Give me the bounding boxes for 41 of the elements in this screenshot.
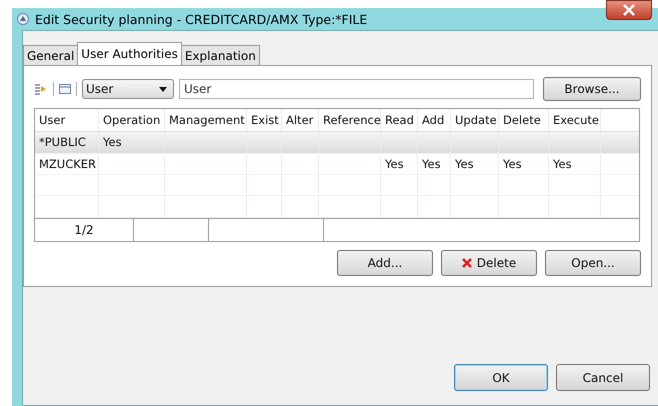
table-cell: Yes: [553, 156, 572, 171]
column-header[interactable]: Operation: [99, 109, 165, 132]
browse-button[interactable]: Browse...: [543, 77, 641, 101]
user-input-field[interactable]: User: [179, 79, 534, 99]
dialog-button[interactable]: OK: [454, 364, 548, 391]
user-type-dropdown[interactable]: User: [82, 79, 174, 99]
action-button[interactable]: Delete: [441, 250, 537, 276]
delete-icon: [462, 258, 472, 268]
table-row[interactable]: *PUBLIC Yes: [35, 132, 639, 154]
table-row[interactable]: MZUCKER Yes Yes Yes Yes Yes: [35, 154, 639, 175]
tab[interactable]: General: [23, 45, 78, 65]
column-header[interactable]: Delete: [499, 109, 549, 132]
table-icon[interactable]: [59, 84, 71, 94]
page-count: 1/2: [74, 222, 94, 237]
column-header[interactable]: Add: [418, 109, 451, 132]
column-header[interactable]: Update: [451, 109, 499, 132]
dialog-button[interactable]: Cancel: [556, 364, 650, 391]
action-button[interactable]: Add...: [337, 250, 433, 276]
column-header[interactable]: Reference: [319, 109, 381, 132]
window-title: Edit Security planning - CREDITCARD/AMX Type:*FILE: [35, 12, 368, 26]
column-header[interactable]: Exist: [247, 109, 282, 132]
app-icon: [16, 13, 30, 25]
column-header[interactable]: Read: [381, 109, 418, 132]
tab[interactable]: Explanation: [180, 45, 260, 65]
column-header[interactable]: Execute: [549, 109, 601, 132]
column-header[interactable]: Alter: [282, 109, 319, 132]
table-cell: Yes: [103, 135, 122, 150]
close-icon: [622, 4, 636, 16]
table-cell: Yes: [455, 156, 474, 171]
table-cell: Yes: [385, 156, 404, 171]
table-cell: Yes: [422, 156, 441, 171]
column-header[interactable]: Management: [165, 109, 247, 132]
table-cell: MZUCKER: [39, 156, 96, 171]
table-cell: Yes: [503, 156, 522, 171]
caret-icon: [159, 86, 167, 92]
tab[interactable]: User Authorities: [77, 42, 182, 65]
column-header[interactable]: User: [35, 109, 99, 132]
action-button[interactable]: Open...: [545, 250, 641, 276]
filter-icon[interactable]: [34, 82, 48, 96]
close-button[interactable]: [606, 0, 652, 20]
table-cell: *PUBLIC: [39, 135, 86, 150]
